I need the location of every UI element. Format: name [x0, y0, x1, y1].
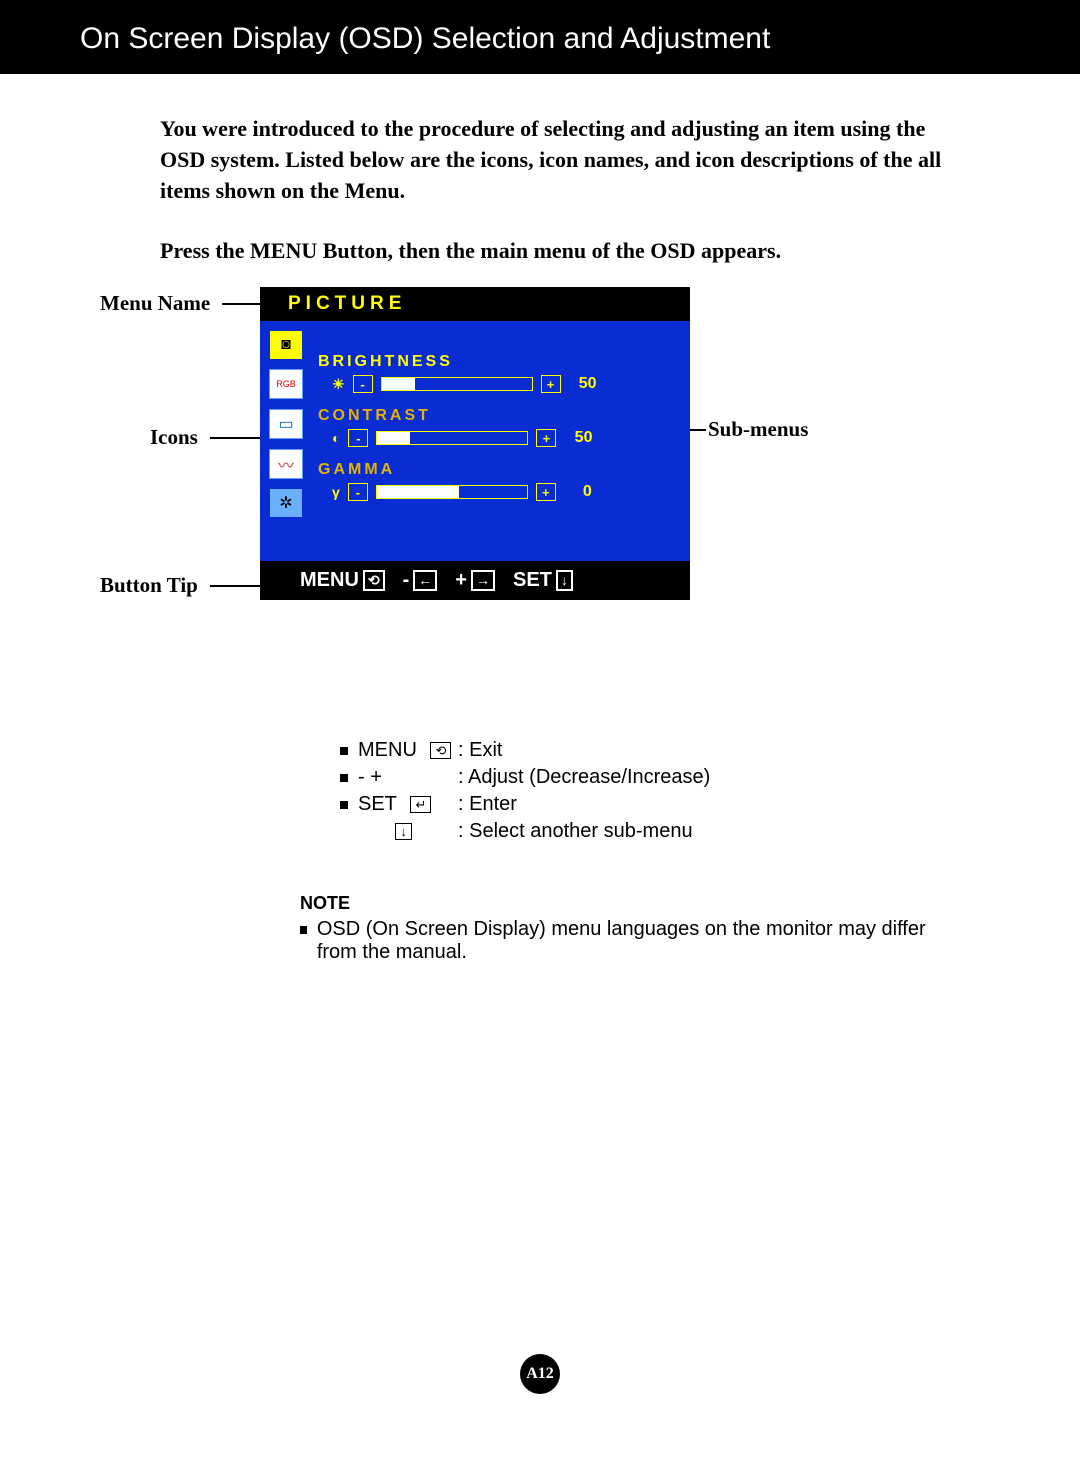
- brightness-slider[interactable]: ☀ - + 50: [332, 375, 680, 393]
- tip-row: MENU ⟲ : Exit: [340, 739, 970, 762]
- label-sub-menus: Sub-menus: [708, 417, 808, 442]
- note-text: OSD (On Screen Display) menu languages o…: [317, 918, 970, 964]
- setup-icon[interactable]: ✲: [270, 489, 302, 517]
- label-button-tip: Button Tip: [100, 573, 198, 598]
- osd-footer: MENU⟲ -← +→ SET↓: [260, 561, 690, 600]
- brightness-value: 50: [569, 375, 597, 393]
- contrast-value: 50: [564, 429, 592, 447]
- contrast-slider[interactable]: ◐ - + 50: [332, 429, 680, 447]
- sub-contrast: CONTRAST: [318, 407, 680, 425]
- screen-icon[interactable]: ▭: [269, 409, 303, 439]
- minus-button[interactable]: -: [353, 375, 373, 393]
- osd-submenus: BRIGHTNESS ☀ - + 50 CONTRAST ◐ -: [312, 321, 690, 561]
- tip-row: SET ↵ : Enter: [340, 793, 970, 816]
- sub-gamma: GAMMA: [318, 461, 680, 479]
- intro-text-2: Press the MENU Button, then the main men…: [160, 236, 970, 267]
- page-title: On Screen Display (OSD) Selection and Ad…: [0, 0, 1080, 74]
- plus-button[interactable]: +: [536, 429, 556, 447]
- contrast-icon: ◐: [332, 430, 340, 446]
- note-section: NOTE OSD (On Screen Display) menu langua…: [300, 893, 970, 964]
- osd-diagram: Menu Name Icons Button Tip Sub-menus PIC…: [120, 287, 940, 727]
- tip-row: - + : Adjust (Decrease/Increase): [340, 766, 970, 789]
- intro-text: You were introduced to the procedure of …: [160, 114, 970, 206]
- menu-key[interactable]: MENU⟲: [300, 569, 385, 592]
- button-tips: MENU ⟲ : Exit - + : Adjust (Decrease/Inc…: [340, 739, 970, 843]
- tracking-icon[interactable]: 〰: [269, 449, 303, 479]
- page-number: A12: [520, 1354, 560, 1394]
- gamma-slider[interactable]: γ - + 0: [332, 483, 680, 501]
- color-icon[interactable]: RGB: [269, 369, 303, 399]
- minus-button[interactable]: -: [348, 483, 368, 501]
- note-heading: NOTE: [300, 893, 970, 914]
- gamma-value: 0: [564, 483, 592, 501]
- tip-row: ↓ : Select another sub-menu: [340, 820, 970, 843]
- set-key[interactable]: SET↓: [513, 569, 573, 592]
- plus-button[interactable]: +: [541, 375, 561, 393]
- label-menu-name: Menu Name: [100, 291, 210, 316]
- osd-menu-title: PICTURE: [260, 287, 690, 321]
- sun-icon: ☀: [332, 376, 345, 393]
- picture-icon[interactable]: ◙: [270, 331, 302, 359]
- minus-key[interactable]: -←: [403, 569, 438, 592]
- plus-button[interactable]: +: [536, 483, 556, 501]
- plus-key[interactable]: +→: [455, 569, 495, 592]
- gamma-icon: γ: [332, 484, 340, 500]
- sub-brightness: BRIGHTNESS: [318, 353, 680, 371]
- minus-button[interactable]: -: [348, 429, 368, 447]
- osd-icon-column: ◙ RGB ▭ 〰 ✲: [260, 321, 312, 561]
- label-icons: Icons: [150, 425, 198, 450]
- osd-panel: PICTURE ◙ RGB ▭ 〰 ✲ BRIGHTNESS ☀ -: [260, 287, 690, 600]
